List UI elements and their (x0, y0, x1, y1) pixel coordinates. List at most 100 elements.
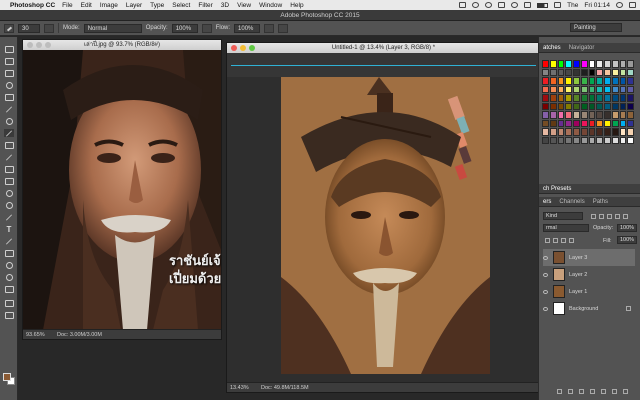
color-swatch[interactable] (549, 60, 557, 68)
crop-tool-icon[interactable] (4, 93, 14, 101)
tab-paths[interactable]: Paths (593, 197, 608, 206)
color-swatch[interactable] (604, 111, 611, 119)
color-swatch[interactable] (619, 77, 627, 85)
photo-canvas[interactable]: ราชันย์เจ้า เปี่ยมด้วยค (23, 50, 221, 330)
pressure-size-icon[interactable] (278, 23, 289, 33)
paint-zoom-level[interactable]: 13.43% (230, 385, 249, 391)
color-swatch[interactable] (611, 68, 619, 76)
color-swatch[interactable] (573, 85, 580, 93)
delete-layer-icon[interactable] (623, 389, 628, 394)
wifi-icon[interactable] (511, 2, 519, 8)
notification-center-icon[interactable] (629, 2, 636, 8)
color-swatch[interactable] (549, 128, 557, 136)
color-swatch[interactable] (604, 85, 611, 93)
color-swatch[interactable] (549, 68, 557, 76)
layer-opacity-field[interactable]: 100% (617, 224, 637, 232)
menu-image[interactable]: Image (100, 2, 118, 9)
color-swatch[interactable] (627, 85, 634, 93)
color-swatch[interactable] (580, 85, 588, 93)
color-swatch[interactable] (619, 94, 627, 102)
menu-help[interactable]: Help (290, 2, 303, 9)
color-swatch[interactable] (557, 60, 565, 68)
color-swatch[interactable] (619, 119, 627, 127)
layer-filter-kind-dropdown[interactable]: Kind (543, 212, 583, 220)
lock-position-icon[interactable] (561, 238, 566, 243)
color-swatch[interactable] (573, 102, 580, 110)
color-swatch[interactable] (619, 102, 627, 110)
menu-filter[interactable]: Filter (198, 2, 212, 9)
color-swatch[interactable] (627, 60, 634, 68)
mode-dropdown[interactable]: Normal (83, 23, 142, 33)
color-swatch[interactable] (588, 128, 596, 136)
color-swatch[interactable] (549, 111, 557, 119)
menu-3d[interactable]: 3D (221, 2, 229, 9)
color-swatch[interactable] (565, 60, 572, 68)
menu-edit[interactable]: Edit (81, 2, 92, 9)
menu-app-name[interactable]: Photoshop CC (10, 2, 55, 9)
color-swatch[interactable] (542, 111, 549, 119)
path-select-tool-icon[interactable] (4, 237, 14, 245)
battery-icon[interactable] (537, 2, 549, 8)
color-swatch[interactable] (588, 60, 596, 68)
fill-field[interactable]: 100% (617, 236, 637, 244)
color-swatch[interactable] (542, 85, 549, 93)
spotlight-icon[interactable] (616, 2, 623, 8)
color-swatch[interactable] (588, 94, 596, 102)
gradient-tool-icon[interactable] (4, 177, 14, 185)
zoom-window-button[interactable] (249, 45, 255, 51)
display-icon[interactable] (459, 2, 467, 8)
color-swatch[interactable] (557, 68, 565, 76)
new-layer-icon[interactable] (612, 389, 617, 394)
color-swatch[interactable] (542, 102, 549, 110)
foreground-color-swatch[interactable] (3, 373, 11, 381)
color-swatch[interactable] (604, 136, 611, 144)
add-mask-icon[interactable] (579, 389, 584, 394)
filter-adjust-icon[interactable] (599, 214, 604, 219)
color-swatch[interactable] (627, 77, 634, 85)
shape-tool-icon[interactable] (4, 249, 14, 257)
color-swatch[interactable] (588, 136, 596, 144)
tab-swatches[interactable]: atches (543, 43, 561, 52)
new-group-icon[interactable] (601, 389, 606, 394)
color-swatch[interactable] (557, 102, 565, 110)
color-swatch[interactable] (557, 128, 565, 136)
color-swatch[interactable] (549, 77, 557, 85)
menu-type[interactable]: Type (150, 2, 164, 9)
color-swatch[interactable] (549, 102, 557, 110)
color-swatch[interactable] (565, 136, 572, 144)
color-swatch[interactable] (596, 68, 603, 76)
color-swatch[interactable] (542, 94, 549, 102)
color-swatch[interactable] (557, 111, 565, 119)
color-swatch[interactable] (580, 102, 588, 110)
color-swatch[interactable] (604, 94, 611, 102)
color-swatch[interactable] (580, 77, 588, 85)
color-swatch[interactable] (565, 128, 572, 136)
visibility-eye-icon[interactable] (543, 306, 548, 311)
paint-doc-titlebar[interactable]: Untitled-1 @ 13.4% (Layer 3, RGB/8) * (227, 43, 540, 53)
move-tool-icon[interactable] (4, 45, 14, 53)
color-swatch[interactable] (619, 111, 627, 119)
minimize-window-button[interactable] (36, 42, 42, 48)
minimize-window-button[interactable] (240, 45, 246, 51)
menu-file[interactable]: File (62, 2, 72, 9)
color-swatch[interactable] (557, 85, 565, 93)
brush-panel-toggle-icon[interactable] (44, 23, 54, 33)
zoom-window-button[interactable] (45, 42, 51, 48)
layer-style-icon[interactable] (568, 389, 573, 394)
history-brush-tool-icon[interactable] (4, 153, 14, 161)
workspace-switcher[interactable]: Painting (570, 23, 622, 32)
color-swatch[interactable] (588, 85, 596, 93)
color-swatch[interactable] (588, 119, 596, 127)
color-swatch[interactable] (596, 136, 603, 144)
color-swatch[interactable] (565, 102, 572, 110)
color-swatch[interactable] (580, 119, 588, 127)
lock-pixels-icon[interactable] (553, 238, 558, 243)
opacity-field[interactable]: 100% (171, 23, 198, 33)
color-swatch[interactable] (573, 77, 580, 85)
eraser-tool-icon[interactable] (4, 165, 14, 173)
menubar-user[interactable]: The (567, 2, 578, 9)
color-swatch[interactable] (573, 68, 580, 76)
color-swatch[interactable] (611, 102, 619, 110)
color-swatch[interactable] (604, 60, 611, 68)
brush-tool-icon[interactable] (4, 129, 14, 137)
